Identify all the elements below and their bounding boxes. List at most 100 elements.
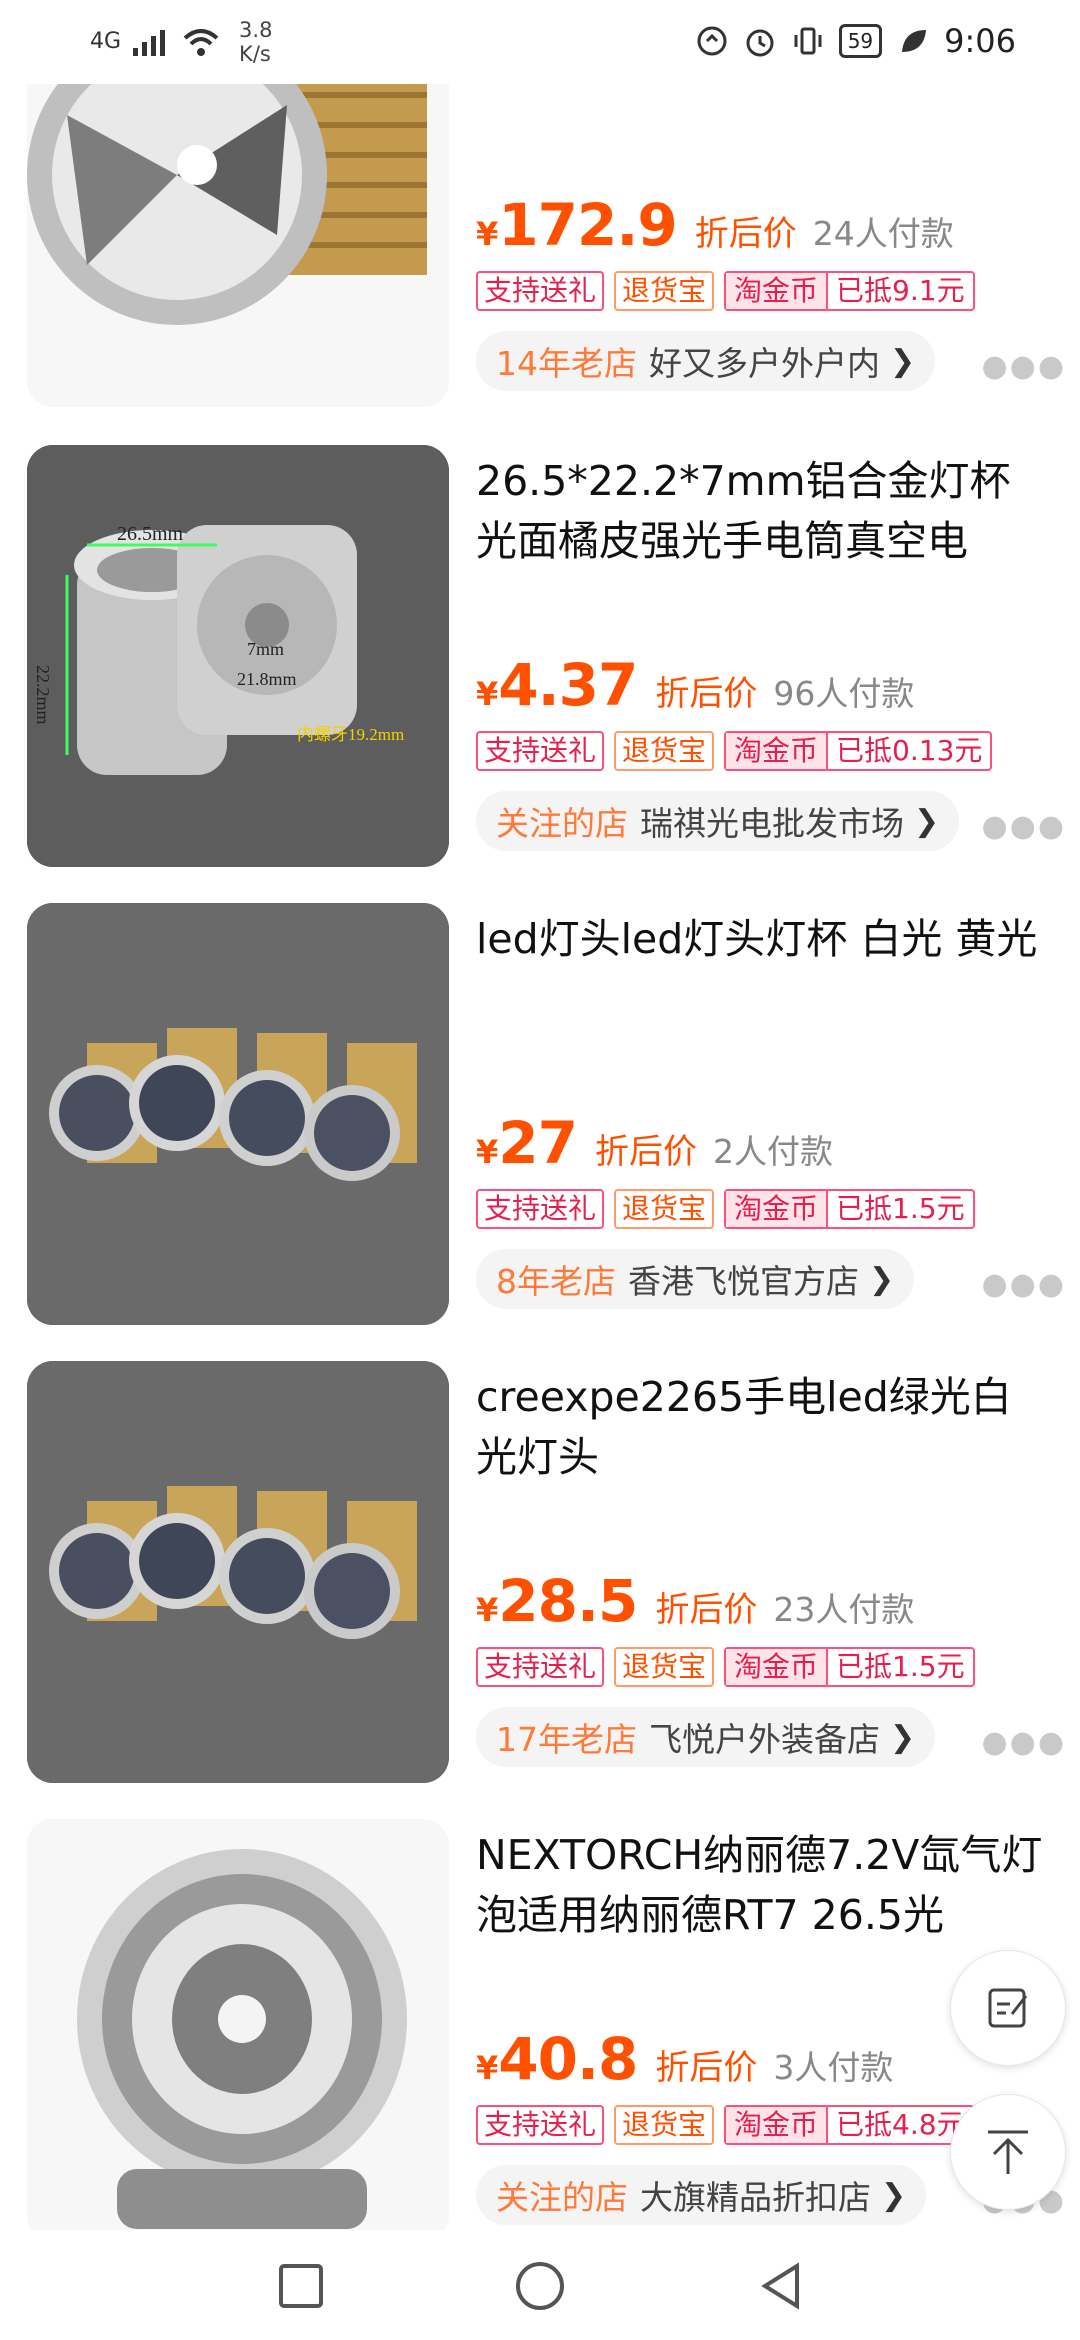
price: 4.37 — [498, 651, 638, 719]
coin-label: 淘金币 — [726, 733, 829, 769]
wifi-icon — [183, 29, 219, 56]
shop-link[interactable]: 17年老店 飞悦户外装备店 ❯ — [476, 1707, 936, 1767]
product-image[interactable] — [27, 1819, 449, 2230]
more-icon[interactable]: ●●● — [981, 1267, 1066, 1302]
coin-tag: 淘金币 已抵9.1元 — [724, 271, 975, 311]
shop-name: 好又多户外户内 — [649, 344, 880, 383]
currency-symbol: ¥ — [476, 675, 499, 713]
currency-symbol: ¥ — [476, 2049, 499, 2087]
product-card[interactable]: NEXTORCH纳丽德7.2V氙气灯泡适用纳丽德RT7 26.5光 ¥40.8 … — [0, 1819, 1080, 2230]
svg-text:内螺牙19.2mm: 内螺牙19.2mm — [297, 725, 404, 744]
product-card[interactable]: creexpe2265手电led绿光白光灯头 ¥28.5 折后价 23人付款 支… — [0, 1361, 1080, 1801]
tag-row: 支持送礼 退货宝 淘金币 已抵0.13元 — [476, 731, 993, 771]
edit-note-icon — [988, 1988, 1028, 2028]
speed-value: 3.8 — [239, 18, 273, 42]
more-icon[interactable]: ●●● — [981, 1725, 1066, 1760]
chevron-right-icon: ❯ — [890, 1719, 916, 1755]
product-image[interactable] — [27, 1361, 449, 1783]
price: 27 — [498, 1109, 578, 1177]
coin-tag: 淘金币 已抵1.5元 — [724, 1647, 975, 1687]
return-tag: 退货宝 — [614, 731, 715, 771]
return-tag: 退货宝 — [614, 2105, 715, 2145]
edit-note-button[interactable] — [950, 1950, 1066, 2066]
price: 28.5 — [498, 1567, 638, 1635]
svg-text:21.8mm: 21.8mm — [237, 669, 297, 689]
coin-value: 已抵1.5元 — [836, 1650, 965, 1683]
system-nav-bar — [0, 2230, 1080, 2340]
currency-symbol: ¥ — [476, 1591, 499, 1629]
back-to-top-icon — [988, 2130, 1028, 2174]
product-list: 光杯 ¥172.9 折后价 24人付款 支持送礼 退货宝 淘金币已抵9.1元 1… — [0, 0, 1080, 2230]
product-image[interactable] — [27, 903, 449, 1325]
clock: 9:06 — [944, 22, 1016, 60]
coin-label: 淘金币 — [726, 1649, 829, 1685]
tag-row: 支持送礼 退货宝 淘金币 已抵1.5元 — [476, 1189, 975, 1229]
coin-value: 已抵0.13元 — [836, 734, 983, 767]
currency-symbol: ¥ — [476, 1133, 499, 1171]
status-left: 4G 3.8 K/s — [90, 18, 272, 66]
gift-tag: 支持送礼 — [476, 1189, 605, 1229]
alarm-icon — [746, 29, 774, 57]
gift-tag: 支持送礼 — [476, 731, 605, 771]
signal-icon — [133, 30, 166, 56]
speed-unit: K/s — [239, 42, 271, 66]
product-title[interactable]: NEXTORCH纳丽德7.2V氙气灯泡适用纳丽德RT7 26.5光 — [476, 1825, 1046, 1945]
shop-link[interactable]: 关注的店 瑞祺光电批发市场 ❯ — [476, 791, 960, 851]
paid-count: 96人付款 — [773, 674, 915, 713]
shop-badge: 关注的店 — [496, 2178, 628, 2217]
gift-tag: 支持送礼 — [476, 1647, 605, 1687]
gift-tag: 支持送礼 — [476, 2105, 605, 2145]
coin-label: 淘金币 — [726, 1191, 829, 1227]
coin-label: 淘金币 — [726, 2107, 829, 2143]
price-row: ¥27 折后价 2人付款 — [476, 1109, 833, 1177]
coin-tag: 淘金币 已抵0.13元 — [724, 731, 993, 771]
paid-count: 24人付款 — [812, 214, 954, 253]
product-image[interactable]: 26.5mm 22.2mm 7mm 21.8mm 内螺牙19.2mm — [27, 445, 449, 867]
shop-name: 瑞祺光电批发市场 — [640, 804, 904, 843]
shop-name: 飞悦户外装备店 — [649, 1720, 880, 1759]
shop-link[interactable]: 关注的店 大旗精品折扣店 ❯ — [476, 2165, 927, 2225]
price-row: ¥172.9 折后价 24人付款 — [476, 191, 954, 259]
shop-link[interactable]: 8年老店 香港飞悦官方店 ❯ — [476, 1249, 915, 1309]
product-card[interactable]: led灯头led灯头灯杯 白光 黄光 ¥27 折后价 2人付款 支持送礼 退货宝… — [0, 903, 1080, 1343]
coin-value: 已抵9.1元 — [836, 274, 965, 307]
discount-label: 折后价 — [655, 674, 758, 714]
price-row: ¥40.8 折后价 3人付款 — [476, 2025, 893, 2093]
paid-count: 3人付款 — [773, 2048, 894, 2087]
chevron-right-icon: ❯ — [914, 803, 940, 839]
product-title[interactable]: led灯头led灯头灯杯 白光 黄光 — [476, 909, 1046, 969]
shop-badge: 14年老店 — [496, 344, 637, 383]
paid-count: 23人付款 — [773, 1590, 915, 1629]
svg-text:26.5mm: 26.5mm — [117, 523, 184, 545]
return-tag: 退货宝 — [614, 1647, 715, 1687]
home-icon[interactable] — [514, 2260, 566, 2312]
leaf-icon — [902, 30, 927, 52]
back-to-top-button[interactable] — [950, 2094, 1066, 2210]
tag-row: 支持送礼 退货宝 淘金币 已抵9.1元 — [476, 271, 975, 311]
price: 40.8 — [498, 2025, 638, 2093]
back-icon[interactable] — [755, 2260, 807, 2312]
coin-value: 已抵1.5元 — [836, 1192, 965, 1225]
svg-text:7mm: 7mm — [247, 639, 284, 659]
return-tag: 退货宝 — [614, 1189, 715, 1229]
more-icon[interactable]: ●●● — [981, 349, 1066, 384]
discount-label: 折后价 — [655, 1590, 758, 1630]
product-title[interactable]: 26.5*22.2*7mm铝合金灯杯光面橘皮强光手电筒真空电 — [476, 451, 1046, 571]
network-label: 4G — [90, 29, 122, 54]
product-card[interactable]: 26.5mm 22.2mm 7mm 21.8mm 内螺牙19.2mm 26.5*… — [0, 445, 1080, 885]
price-row: ¥28.5 折后价 23人付款 — [476, 1567, 914, 1635]
status-bar: 4G 3.8 K/s 59 9:06 — [0, 0, 1080, 84]
vibrate-icon — [794, 27, 822, 55]
recent-apps-icon[interactable] — [275, 2260, 327, 2312]
status-right: 59 9:06 — [695, 22, 1016, 60]
chevron-right-icon: ❯ — [890, 343, 916, 379]
shop-link[interactable]: 14年老店 好又多户外户内 ❯ — [476, 331, 936, 391]
coin-tag: 淘金币 已抵1.5元 — [724, 1189, 975, 1229]
currency-symbol: ¥ — [476, 215, 499, 253]
svg-text:22.2mm: 22.2mm — [33, 665, 53, 725]
product-title[interactable]: creexpe2265手电led绿光白光灯头 — [476, 1367, 1046, 1487]
shop-name: 大旗精品折扣店 — [640, 2178, 871, 2217]
more-icon[interactable]: ●●● — [981, 809, 1066, 844]
shop-badge: 关注的店 — [496, 804, 628, 843]
coin-label: 淘金币 — [726, 273, 829, 309]
